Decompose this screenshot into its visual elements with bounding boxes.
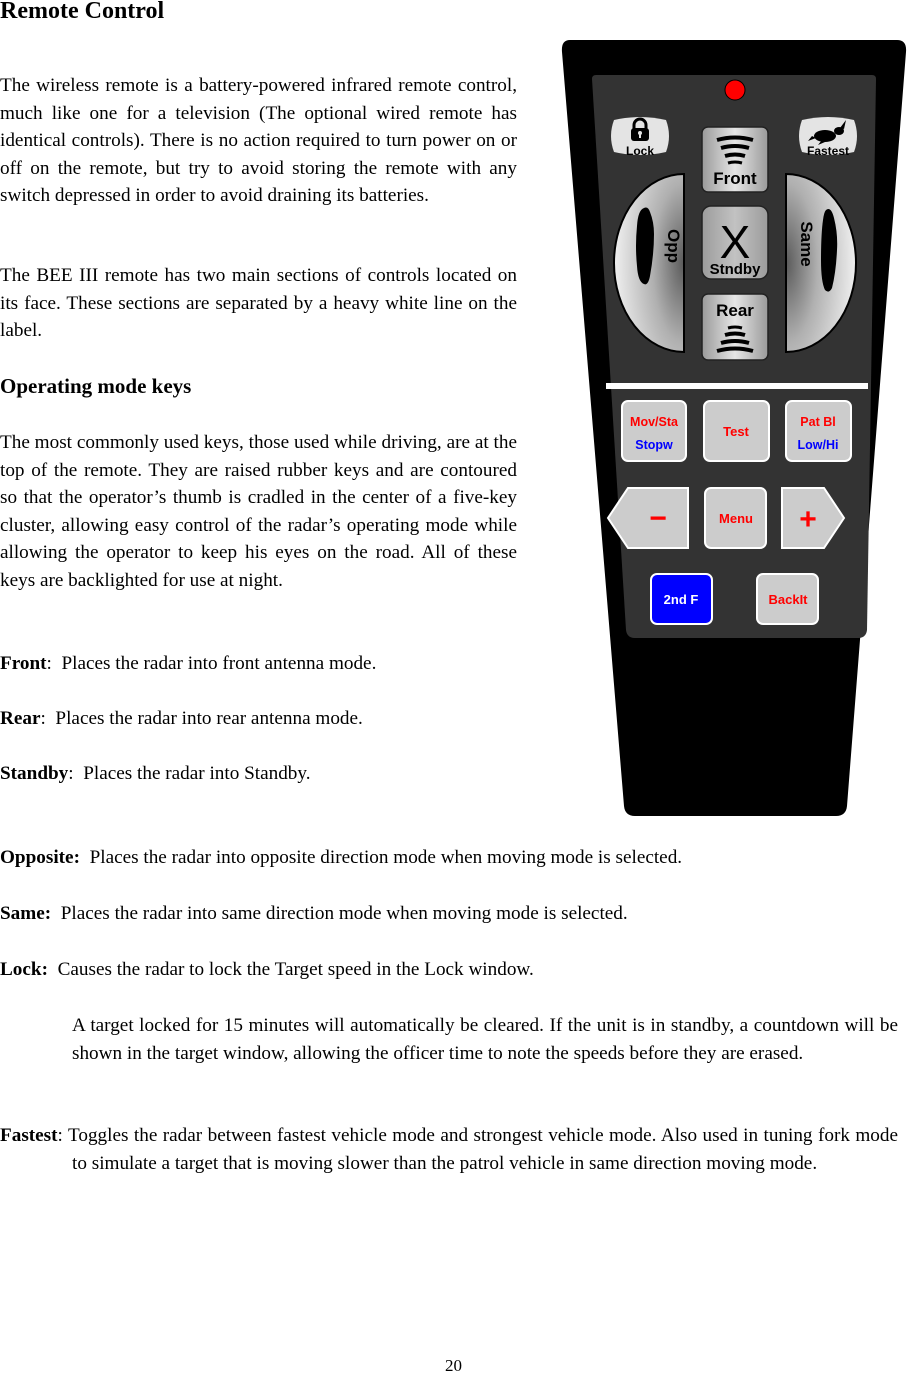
minus-icon: − (649, 502, 667, 535)
same-key-label: Same (797, 221, 816, 266)
remote-control-illustration: Lock Fastest Front X Stndby Rear Opp Sam… (561, 40, 907, 816)
rear-key[interactable]: Rear (701, 293, 769, 361)
rear-key-label: Rear (716, 301, 754, 320)
fastest-key-label: Fastest (807, 144, 849, 158)
definition-term: Opposite: (0, 847, 80, 868)
section-heading: Operating mode keys (0, 374, 192, 398)
menu-key-label: Menu (719, 511, 753, 526)
definition-lock: Lock: Causes the radar to lock the Targe… (0, 956, 898, 984)
menu-key[interactable]: Menu (704, 487, 767, 549)
definition-term: Standby (0, 763, 69, 784)
definition-text: Toggles the radar between fastest vehicl… (62, 1125, 898, 1174)
second-function-key[interactable]: 2nd F (650, 573, 713, 625)
stopw-label: Stopw (635, 438, 673, 452)
standby-key-label: Stndby (710, 261, 761, 278)
definition-text: Places the radar into rear antenna mode. (45, 708, 363, 729)
definition-text: Causes the radar to lock the Target spee… (47, 959, 534, 980)
backlight-key-label: BackIt (768, 592, 808, 607)
fastest-key[interactable]: Fastest (799, 117, 857, 158)
page-title: Remote Control (0, 0, 165, 24)
definition-term: Fastest (0, 1125, 58, 1146)
definition-opposite: Opposite: Places the radar into opposite… (0, 844, 898, 872)
definition-same: Same: Places the radar into same directi… (0, 900, 898, 928)
test-key[interactable]: Test (703, 400, 770, 462)
intro-paragraph: The wireless remote is a battery-powered… (0, 75, 517, 206)
definition-text: Places the radar into front antenna mode… (51, 653, 377, 674)
pat-bl-label: Pat Bl (800, 415, 835, 429)
operating-keys-paragraph: The most commonly used keys, those used … (0, 432, 517, 591)
second-function-key-label: 2nd F (664, 592, 699, 607)
low-hi-label: Low/Hi (798, 438, 839, 452)
lock-key[interactable]: Lock (611, 117, 669, 158)
definition-text: Places the radar into same direction mod… (51, 903, 628, 924)
power-led (724, 79, 746, 101)
opposite-key-label: Opp (664, 229, 683, 263)
definition-text: Places the radar into opposite direction… (79, 847, 683, 868)
page-number: 20 (445, 1356, 462, 1375)
definition-term: Front (0, 653, 47, 674)
definition-term: Lock: (0, 959, 48, 980)
mov-sta-stopw-key[interactable]: Mov/Sta Stopw (621, 400, 687, 462)
lock-note-paragraph: A target locked for 15 minutes will auto… (72, 1015, 898, 1064)
pat-bl-low-hi-key[interactable]: Pat Bl Low/Hi (785, 400, 852, 462)
definition-term: Same: (0, 903, 52, 924)
front-key[interactable]: Front (701, 126, 769, 193)
section-divider (606, 383, 868, 389)
test-key-label: Test (723, 424, 749, 439)
front-key-label: Front (713, 169, 757, 188)
backlight-key[interactable]: BackIt (756, 573, 819, 625)
sections-paragraph: The BEE III remote has two main sections… (0, 265, 517, 341)
standby-key[interactable]: X Stndby (701, 205, 769, 280)
definition-term: Rear (0, 708, 41, 729)
definition-text: Places the radar into Standby. (73, 763, 311, 784)
definition-fastest: Fastest: Toggles the radar between faste… (0, 1122, 898, 1177)
lock-key-label: Lock (626, 144, 654, 158)
mov-sta-label: Mov/Sta (630, 415, 679, 429)
plus-icon: + (799, 503, 817, 536)
